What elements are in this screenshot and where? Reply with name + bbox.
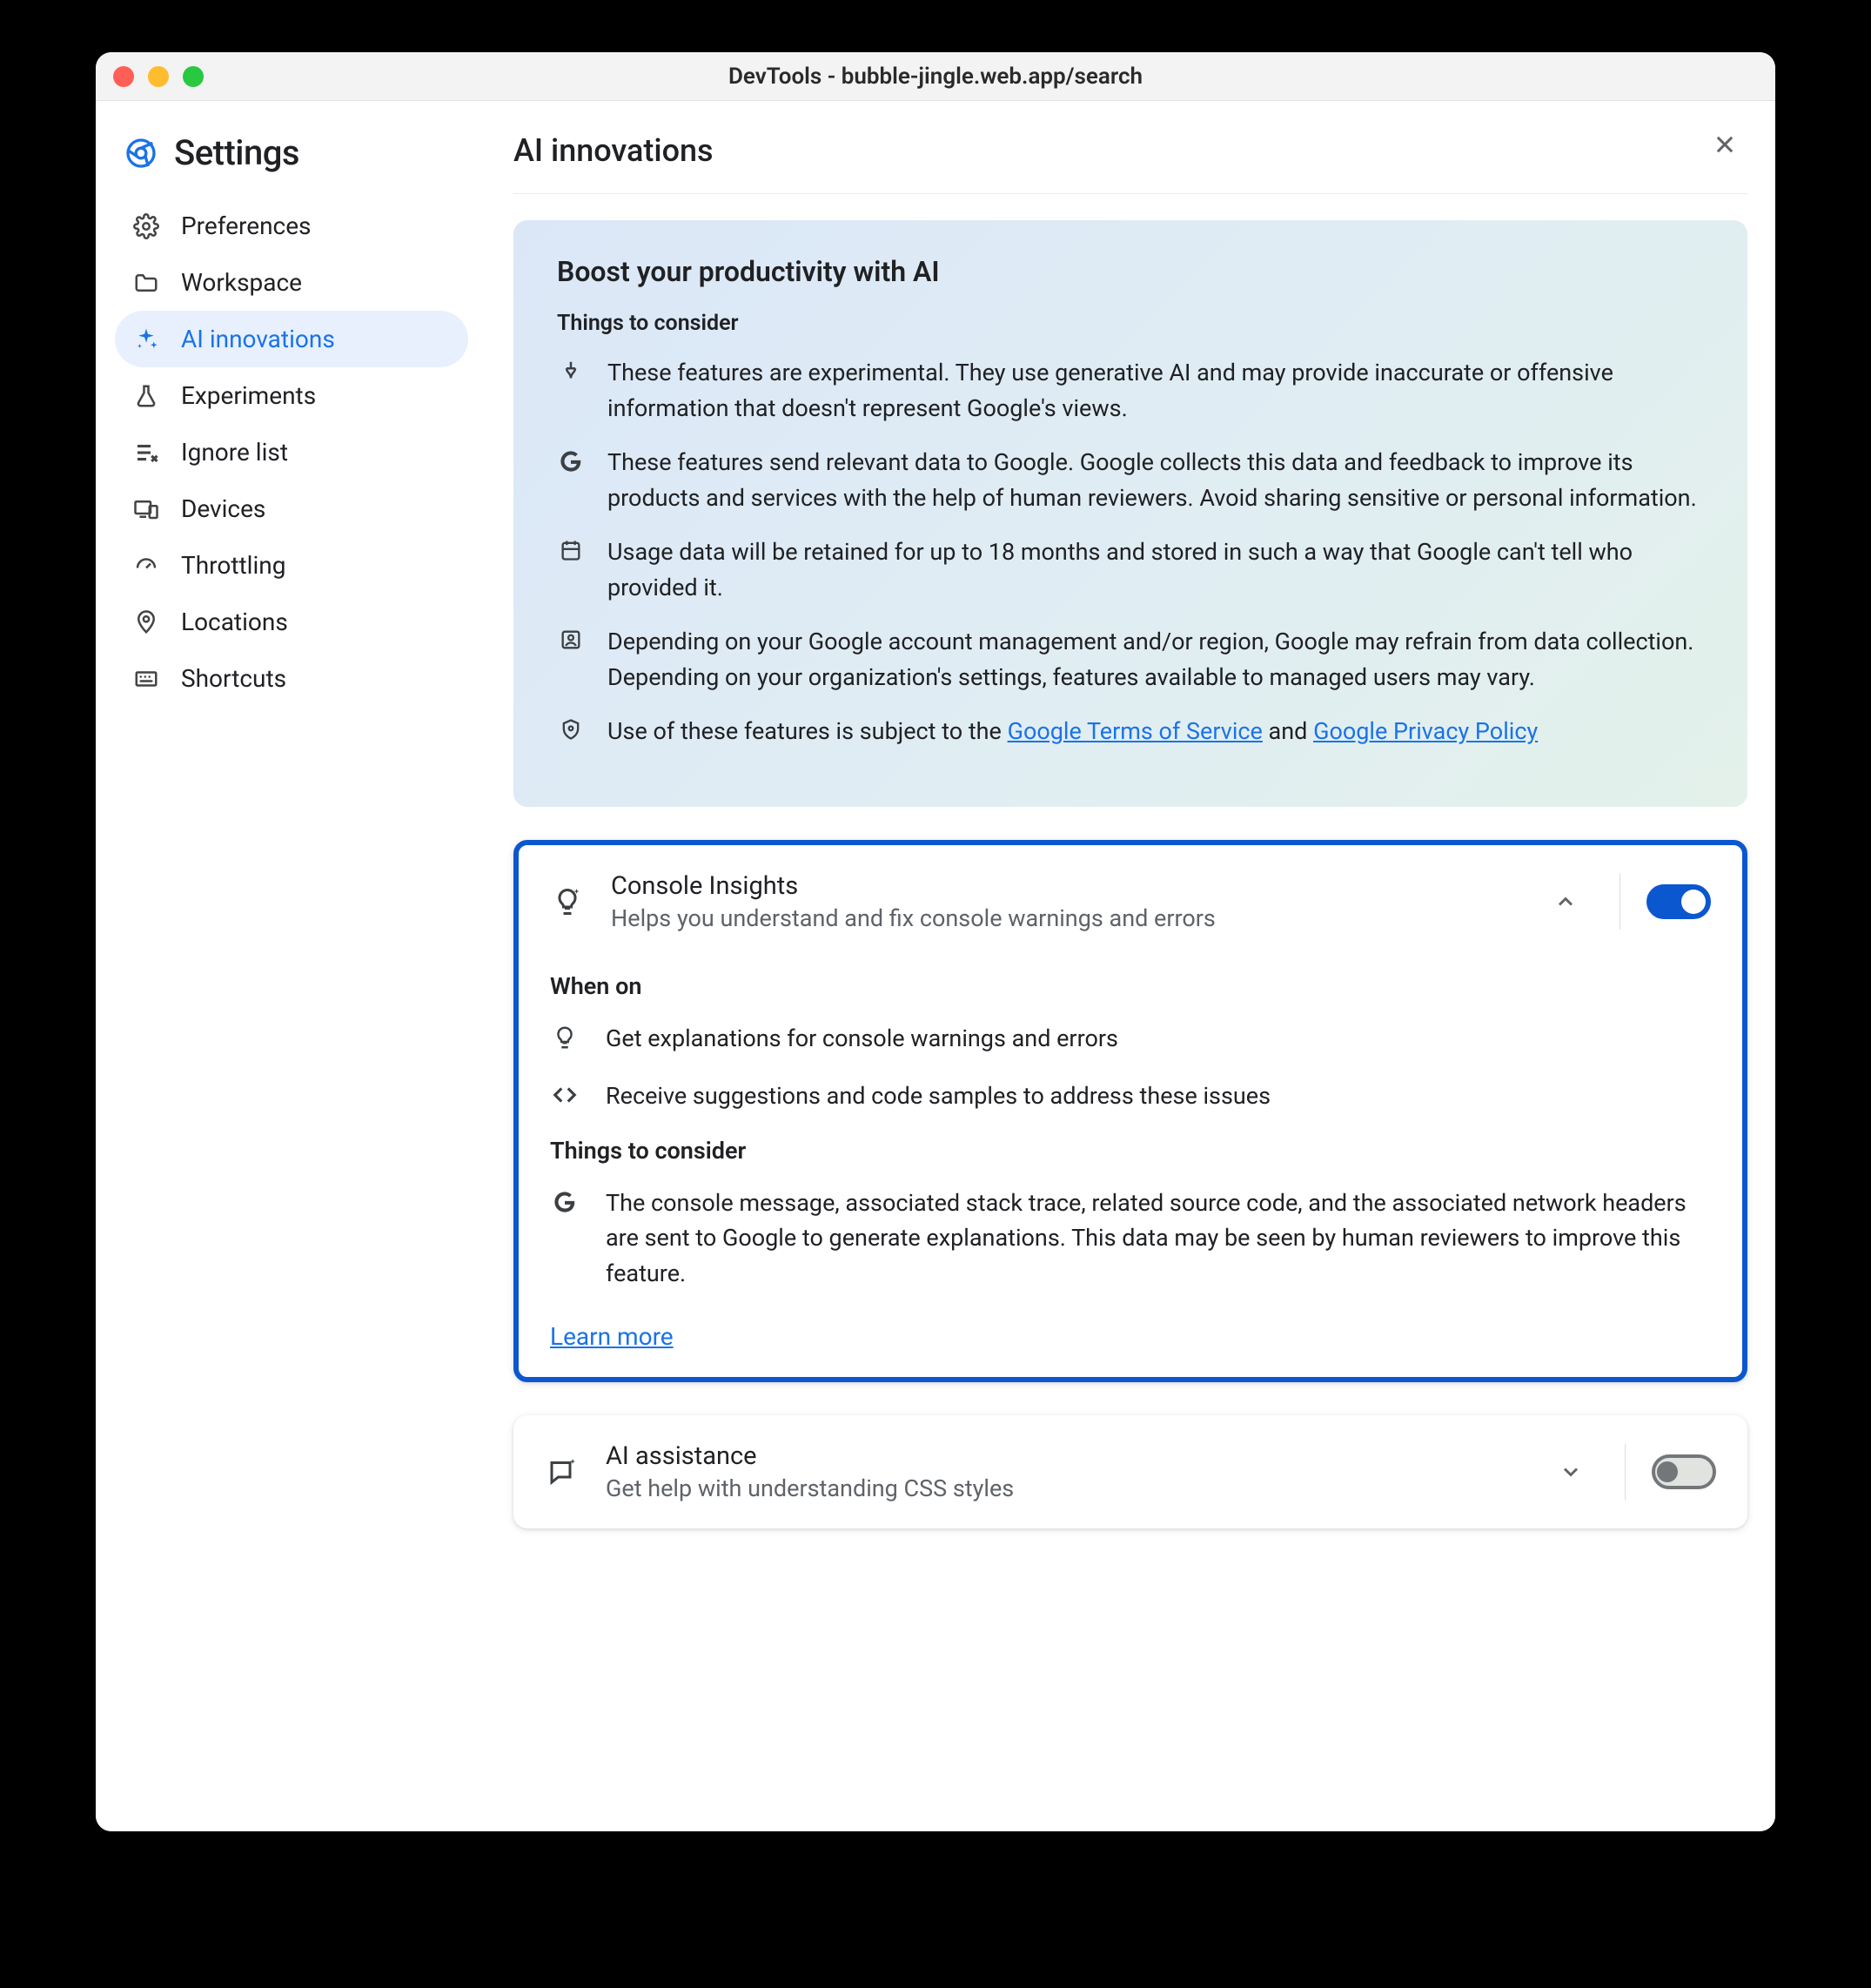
- divider: [1625, 1444, 1626, 1500]
- sidebar-item-devices[interactable]: Devices: [115, 480, 468, 537]
- console-insights-toggle[interactable]: [1646, 884, 1711, 919]
- info-bullet-text: Use of these features is subject to the …: [607, 714, 1538, 749]
- titlebar: DevTools - bubble-jingle.web.app/search: [96, 52, 1775, 101]
- window-title: DevTools - bubble-jingle.web.app/search: [96, 64, 1775, 90]
- info-bullet-text: Depending on your Google account managem…: [607, 624, 1704, 695]
- ai-info-card: Boost your productivity with AI Things t…: [513, 220, 1747, 807]
- ai-assistance-card: AI assistance Get help with understandin…: [513, 1415, 1747, 1528]
- sidebar-item-locations[interactable]: Locations: [115, 594, 468, 650]
- gear-icon: [132, 212, 160, 240]
- info-bullet-text: These features send relevant data to Goo…: [607, 445, 1704, 515]
- sidebar-item-shortcuts[interactable]: Shortcuts: [115, 650, 468, 707]
- info-bullet: Depending on your Google account managem…: [557, 624, 1704, 695]
- sidebar-item-label: Ignore list: [181, 438, 288, 467]
- devices-icon: [132, 495, 160, 523]
- feature-row-text: The console message, associated stack tr…: [606, 1185, 1711, 1292]
- calendar-icon: [557, 538, 585, 566]
- feature-row-text: Get explanations for console warnings an…: [606, 1021, 1118, 1057]
- sidebar-item-label: Locations: [181, 608, 288, 636]
- sidebar-item-label: AI innovations: [181, 325, 335, 353]
- sidebar-item-throttling[interactable]: Throttling: [115, 537, 468, 594]
- sidebar-item-label: Throttling: [181, 551, 285, 580]
- feature-desc: Get help with understanding CSS styles: [606, 1474, 1552, 1502]
- sidebar-item-preferences[interactable]: Preferences: [115, 198, 468, 254]
- account-box-icon: [557, 628, 585, 655]
- feature-title: Console Insights: [611, 871, 1546, 901]
- settings-main: AI innovations Boost your productivity w…: [479, 101, 1775, 1831]
- consider-label: Things to consider: [550, 1137, 1711, 1165]
- flask-icon: [132, 382, 160, 410]
- sidebar-item-label: Shortcuts: [181, 664, 286, 693]
- privacy-policy-link[interactable]: Google Privacy Policy: [1313, 717, 1538, 745]
- close-window-button[interactable]: [113, 66, 134, 87]
- sidebar-item-label: Devices: [181, 494, 265, 523]
- console-insights-card: Console Insights Helps you understand an…: [513, 840, 1747, 1383]
- gauge-icon: [132, 552, 160, 580]
- chevron-up-icon[interactable]: [1546, 883, 1585, 921]
- feature-row: The console message, associated stack tr…: [550, 1185, 1711, 1292]
- traffic-lights: [113, 66, 204, 87]
- sparkle-icon: [132, 326, 160, 353]
- settings-sidebar: Settings Preferences Workspace AI innova…: [96, 101, 479, 1831]
- chrome-icon: [124, 136, 158, 171]
- page-title: AI innovations: [513, 132, 1747, 194]
- folder-icon: [132, 269, 160, 297]
- info-bullet: These features are experimental. They us…: [557, 355, 1704, 426]
- code-icon: [550, 1080, 580, 1110]
- info-bullet: Usage data will be retained for up to 18…: [557, 534, 1704, 605]
- feature-header: AI assistance Get help with understandin…: [513, 1415, 1747, 1528]
- close-settings-button[interactable]: [1713, 132, 1737, 157]
- feature-body: When on Get explanations for console war…: [519, 972, 1742, 1378]
- feature-row-text: Receive suggestions and code samples to …: [606, 1078, 1271, 1114]
- sidebar-item-label: Preferences: [181, 212, 312, 240]
- feature-row: Receive suggestions and code samples to …: [550, 1078, 1711, 1114]
- learn-more-link[interactable]: Learn more: [550, 1322, 674, 1351]
- terms-of-service-link[interactable]: Google Terms of Service: [1008, 717, 1263, 745]
- keyboard-icon: [132, 665, 160, 693]
- chat-sparkle-icon: [545, 1454, 580, 1489]
- lightbulb-icon: [550, 1023, 580, 1052]
- google-icon: [557, 448, 585, 476]
- feature-row: Get explanations for console warnings an…: [550, 1021, 1711, 1057]
- sidebar-header: Settings: [115, 132, 468, 198]
- feature-title: AI assistance: [606, 1441, 1552, 1471]
- info-title: Boost your productivity with AI: [557, 255, 1704, 288]
- info-bullet-text: Usage data will be retained for up to 18…: [607, 534, 1704, 605]
- ignore-list-icon: [132, 439, 160, 467]
- devtools-window: DevTools - bubble-jingle.web.app/search …: [96, 52, 1775, 1831]
- feature-text: Console Insights Helps you understand an…: [611, 871, 1546, 932]
- sidebar-item-workspace[interactable]: Workspace: [115, 254, 468, 311]
- lightbulb-sparkle-icon: [550, 884, 585, 919]
- info-bullet: These features send relevant data to Goo…: [557, 445, 1704, 515]
- experimental-icon: [557, 359, 585, 386]
- chevron-down-icon[interactable]: [1552, 1453, 1590, 1491]
- location-pin-icon: [132, 608, 160, 636]
- content-area: Settings Preferences Workspace AI innova…: [96, 101, 1775, 1831]
- feature-text: AI assistance Get help with understandin…: [606, 1441, 1552, 1502]
- settings-nav: Preferences Workspace AI innovations Exp…: [115, 198, 468, 707]
- google-icon: [550, 1187, 580, 1217]
- when-on-label: When on: [550, 972, 1711, 1000]
- info-bullet-text: These features are experimental. They us…: [607, 355, 1704, 426]
- minimize-window-button[interactable]: [148, 66, 169, 87]
- sidebar-item-ai-innovations[interactable]: AI innovations: [115, 311, 468, 367]
- settings-title: Settings: [174, 132, 299, 173]
- info-subtitle: Things to consider: [557, 311, 1704, 336]
- feature-header: Console Insights Helps you understand an…: [519, 845, 1742, 958]
- sidebar-item-experiments[interactable]: Experiments: [115, 367, 468, 424]
- maximize-window-button[interactable]: [183, 66, 204, 87]
- policy-shield-icon: [557, 717, 585, 745]
- feature-desc: Helps you understand and fix console war…: [611, 904, 1546, 932]
- ai-assistance-toggle[interactable]: [1652, 1454, 1716, 1489]
- sidebar-item-label: Workspace: [181, 268, 302, 297]
- sidebar-item-ignore-list[interactable]: Ignore list: [115, 424, 468, 480]
- sidebar-item-label: Experiments: [181, 381, 316, 410]
- info-bullet: Use of these features is subject to the …: [557, 714, 1704, 749]
